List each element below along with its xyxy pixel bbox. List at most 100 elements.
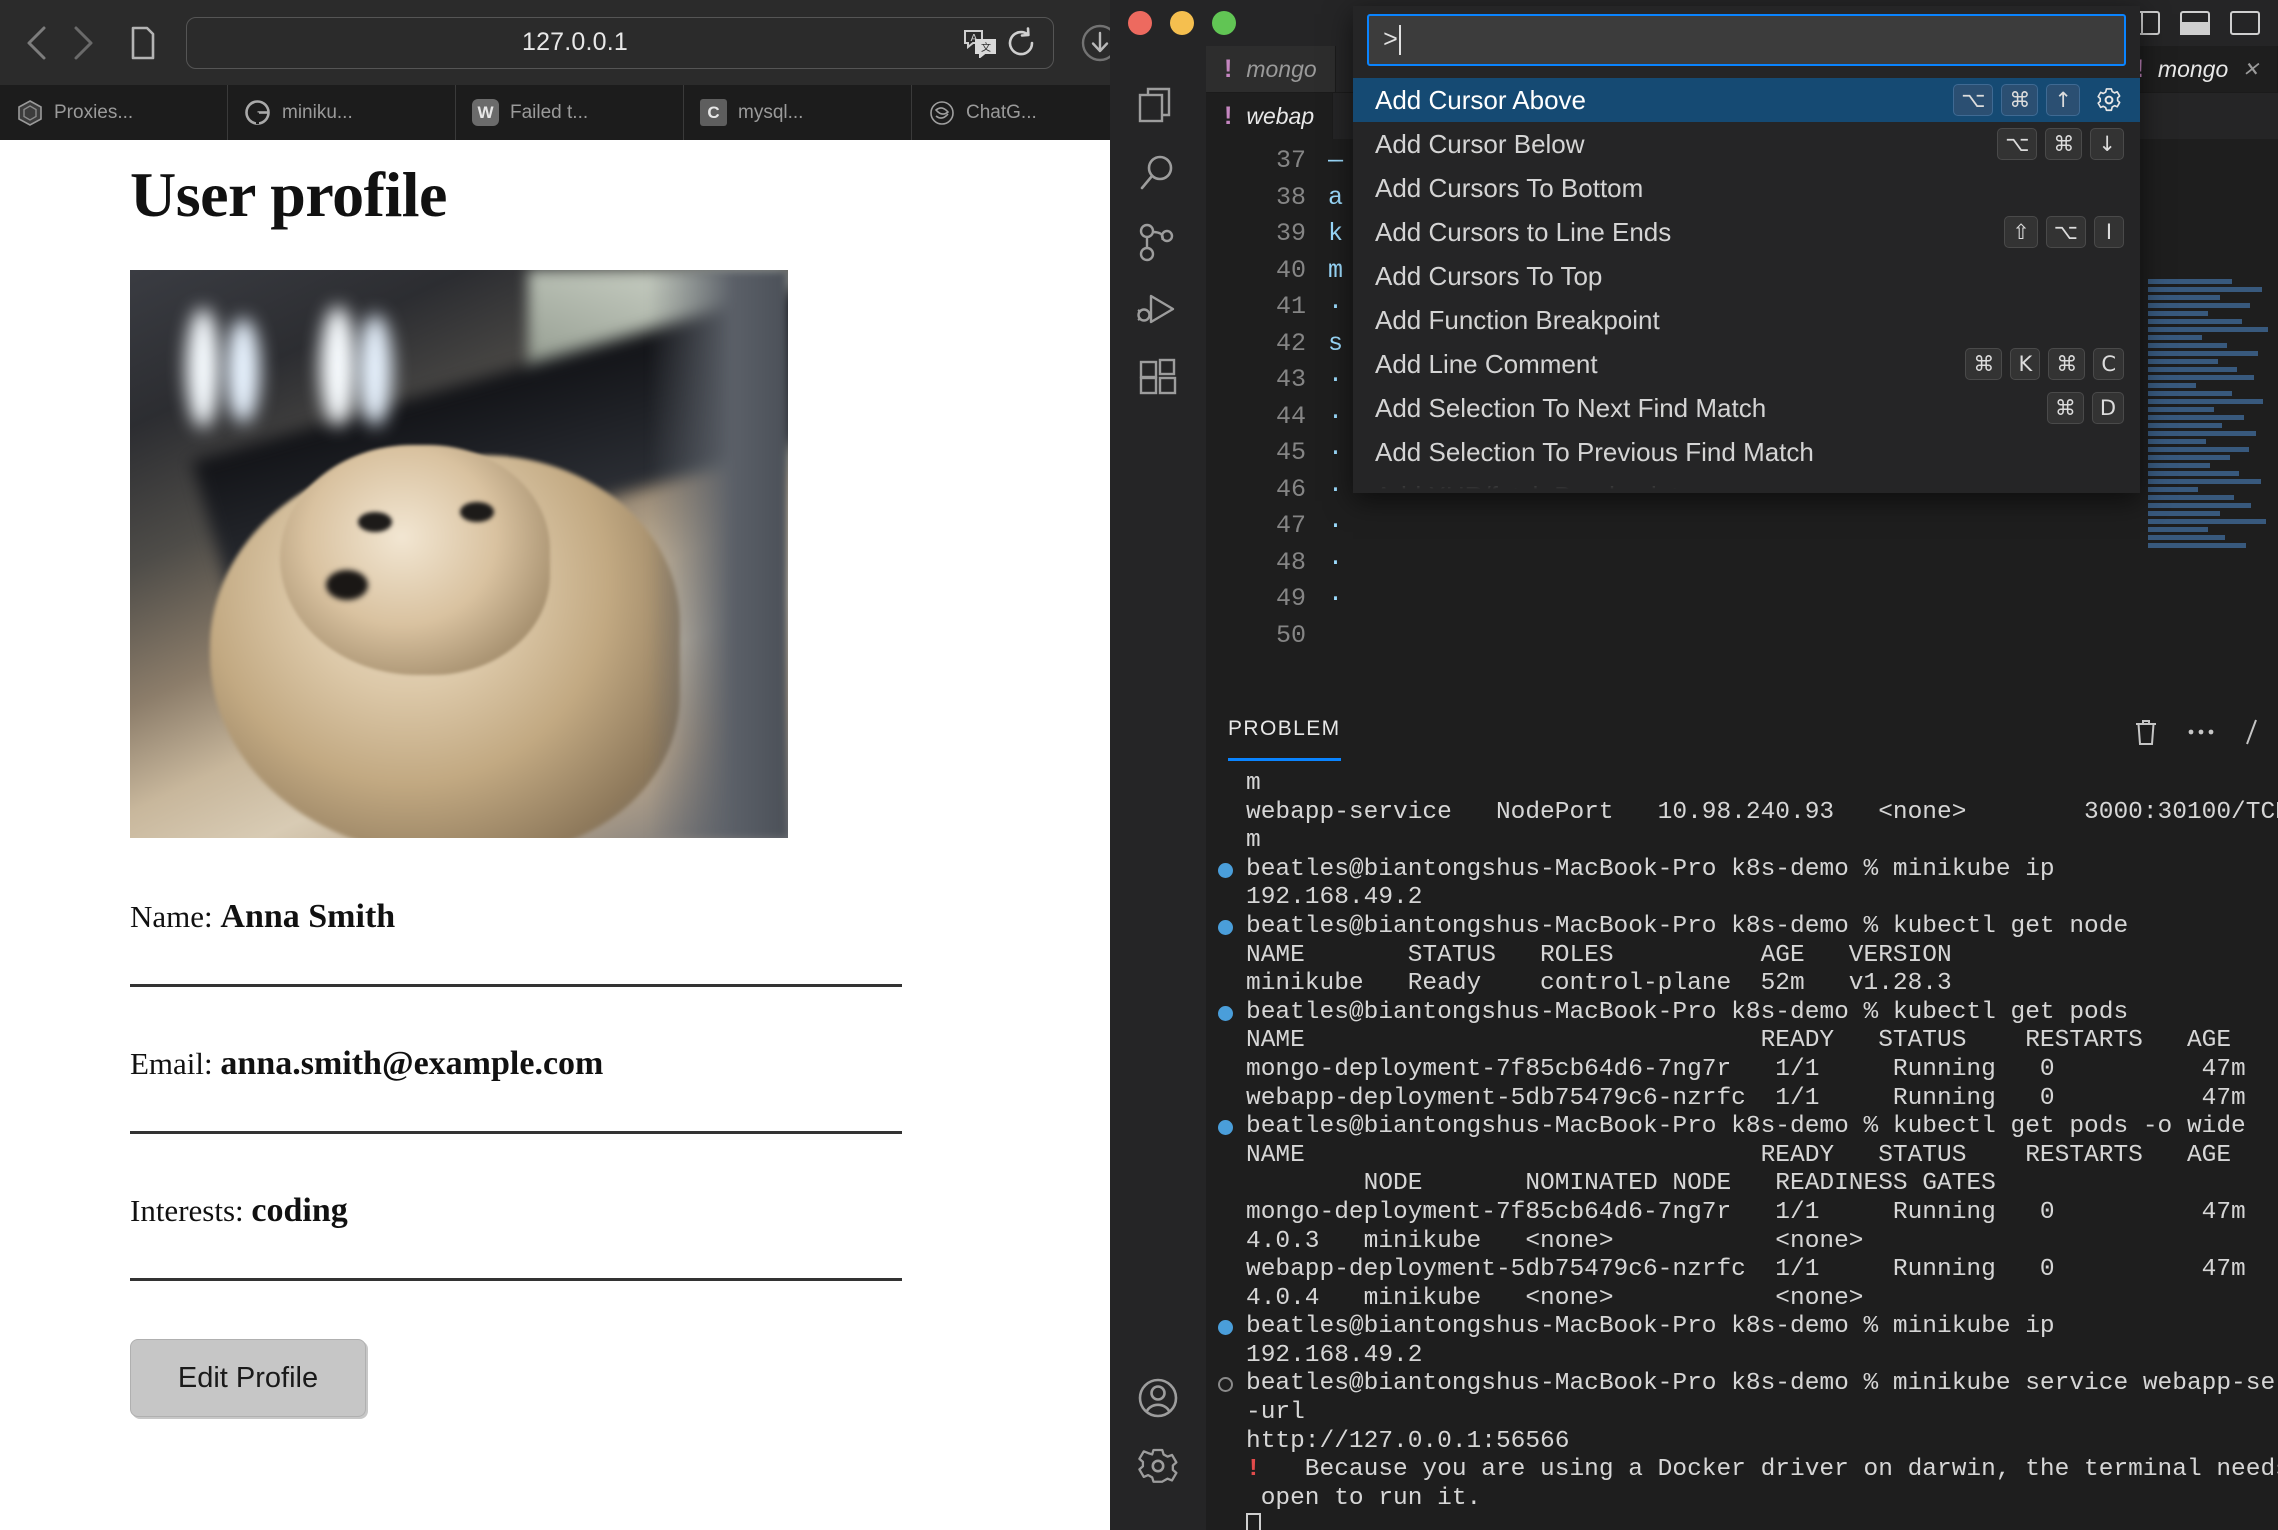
keybinding: ⇧ ⌥ I	[2004, 216, 2124, 248]
minimap-line	[2148, 367, 2237, 372]
code-line: ·	[1328, 584, 1344, 613]
terminal-text: 4.0.4 minikube <none> <none>	[1246, 1284, 1864, 1312]
minimap[interactable]	[2148, 279, 2268, 649]
command-palette-item[interactable]: Add Cursors To Bottom	[1353, 166, 2140, 210]
edit-profile-button[interactable]: Edit Profile	[130, 1339, 366, 1417]
close-icon[interactable]: ✕	[2242, 57, 2259, 82]
reload-icon[interactable]	[1007, 26, 1037, 59]
minimap-line	[2148, 383, 2196, 388]
command-palette[interactable]: > Add Cursor Above ⌥ ⌘ ↑ Add Cursor Below ⌥ ⌘ ↓…	[1353, 6, 2140, 493]
terminal-output[interactable]: m webapp-service NodePort 10.98.240.93 <n…	[1206, 764, 2278, 1530]
command-palette-item[interactable]: Add Selection To Next Find Match ⌘ D	[1353, 386, 2140, 430]
toggle-secondary-sidebar-icon[interactable]	[2230, 11, 2260, 35]
terminal-line: beatles@biantongshus-MacBook-Pro k8s-dem…	[1210, 1370, 2278, 1399]
keybinding: ⌘ D	[2046, 392, 2124, 424]
close-button[interactable]	[1128, 11, 1152, 35]
bookmark-label: Proxies...	[54, 101, 134, 123]
split-icon[interactable]	[2242, 718, 2262, 746]
terminal-text: Because you are using a Docker driver on…	[1260, 1456, 2278, 1484]
minimap-line	[2148, 423, 2223, 428]
bookmark-label: ChatG...	[966, 101, 1037, 123]
terminal-text: NODE NOMINATED NODE READINESS GATES	[1246, 1170, 1996, 1198]
line-number: 47	[1275, 511, 1306, 540]
tab-mongo-1[interactable]: ! mongo	[1206, 46, 1336, 92]
text-caret	[1399, 25, 1402, 55]
tab-problems[interactable]: PROBLEM	[1228, 717, 1341, 761]
maximize-button[interactable]	[1212, 11, 1236, 35]
field-label: Email:	[130, 1046, 213, 1081]
bookmark-chatgpt[interactable]: ChatG...	[912, 85, 1140, 140]
line-number: 46	[1275, 474, 1306, 504]
command-palette-item[interactable]: Add Line Comment ⌘ K ⌘ C	[1353, 342, 2140, 386]
bookmark-mysql[interactable]: C mysql...	[684, 85, 912, 140]
command-palette-item[interactable]: Add Cursors to Line Ends ⇧ ⌥ I	[1353, 210, 2140, 254]
command-palette-item[interactable]: Add Cursor Above ⌥ ⌘ ↑	[1353, 78, 2140, 122]
bookmark-failed[interactable]: W Failed t...	[456, 85, 684, 140]
line-number: 41	[1275, 292, 1306, 321]
command-palette-input[interactable]: >	[1367, 14, 2126, 66]
sidebar-icon[interactable]	[120, 20, 166, 66]
tab-webapp[interactable]: ! webap	[1206, 93, 1334, 139]
terminal-text: beatles@biantongshus-MacBook-Pro k8s-dem…	[1246, 1313, 2055, 1341]
terminal-line: mongo-deployment-7f85cb64d6-7ng7r 1/1 Ru…	[1210, 1056, 2278, 1085]
bookmark-label: mysql...	[738, 101, 804, 123]
forward-button[interactable]	[60, 20, 106, 66]
minimap-line	[2148, 495, 2235, 500]
sidebar-item-run-and-debug[interactable]	[1110, 276, 1206, 344]
back-button[interactable]	[14, 20, 60, 66]
key-cap: ↓	[2090, 128, 2124, 160]
minimap-line	[2148, 327, 2268, 332]
tab-mongo-2[interactable]: ! mongo ✕	[2117, 46, 2278, 92]
keybinding: ⌘ K ⌘ C	[1965, 348, 2124, 380]
terminal-text: 192.168.49.2	[1246, 884, 1423, 912]
minimap-line	[2148, 487, 2199, 492]
translate-icon[interactable]: A 文	[963, 28, 997, 58]
sidebar-item-explorer[interactable]	[1110, 72, 1206, 140]
line-number: 37	[1275, 146, 1306, 175]
terminal-line: 192.168.49.2	[1210, 1342, 2278, 1371]
chatgpt-icon	[928, 99, 955, 126]
terminal-cursor	[1246, 1513, 1261, 1530]
more-icon[interactable]	[2186, 726, 2216, 738]
command-palette-item[interactable]: Add Selection To Previous Find Match	[1353, 430, 2140, 474]
configure-keybinding-gear-icon[interactable]	[2094, 85, 2124, 115]
line-number: 45	[1275, 438, 1306, 467]
minimap-line	[2148, 455, 2230, 460]
minimap-line	[2148, 303, 2250, 308]
command-palette-item[interactable]: Add XHR/fetch Breakpoint	[1353, 474, 2140, 494]
key-cap: ⌥	[1997, 128, 2038, 160]
bookmark-proxies[interactable]: Proxies...	[0, 85, 228, 140]
terminal-line: 4.0.4 minikube <none> <none>	[1210, 1285, 2278, 1314]
bookmark-minikube[interactable]: miniku...	[228, 85, 456, 140]
trash-icon[interactable]	[2132, 717, 2160, 747]
terminal-text: m	[1246, 827, 1261, 855]
bookmark-label: miniku...	[282, 101, 353, 123]
minimize-button[interactable]	[1170, 11, 1194, 35]
command-palette-item[interactable]: Add Cursors To Top	[1353, 254, 2140, 298]
line-number: 49	[1275, 584, 1306, 613]
toggle-panel-icon[interactable]	[2180, 11, 2210, 35]
line-numbers: 37 38 39 40 41 42 43 44 45 46 47 48 49 50	[1206, 139, 1328, 700]
command-label: Add Cursors To Bottom	[1375, 172, 1644, 203]
sidebar-item-source-control[interactable]	[1110, 208, 1206, 276]
sidebar-item-search[interactable]	[1110, 140, 1206, 208]
account-icon[interactable]	[1110, 1364, 1206, 1432]
key-cap: ⌘	[1965, 348, 2003, 380]
address-bar[interactable]: 127.0.0.1 A 文	[186, 16, 1054, 69]
panel-header: PROBLEM	[1206, 700, 2278, 764]
keybinding: ⌥ ⌘ ↑	[1953, 84, 2080, 116]
terminal-text: 192.168.49.2	[1246, 1341, 1423, 1369]
line-number: 40	[1275, 255, 1306, 285]
line-number: 48	[1275, 547, 1306, 577]
minimap-line	[2148, 479, 2261, 484]
field-value: coding	[251, 1192, 348, 1229]
terminal-line: http://127.0.0.1:56566	[1210, 1428, 2278, 1457]
sidebar-item-extensions[interactable]	[1110, 344, 1206, 412]
terminal-line: mongo-deployment-7f85cb64d6-7ng7r 1/1 Ru…	[1210, 1199, 2278, 1228]
command-palette-item[interactable]: Add Cursor Below ⌥ ⌘ ↓	[1353, 122, 2140, 166]
gear-icon[interactable]	[1110, 1432, 1206, 1500]
tab-label: webap	[1246, 102, 1315, 129]
modified-icon: !	[1224, 54, 1233, 83]
terminal-line: webapp-deployment-5db75479c6-nzrfc 1/1 R…	[1210, 1256, 2278, 1285]
command-palette-item[interactable]: Add Function Breakpoint	[1353, 298, 2140, 342]
